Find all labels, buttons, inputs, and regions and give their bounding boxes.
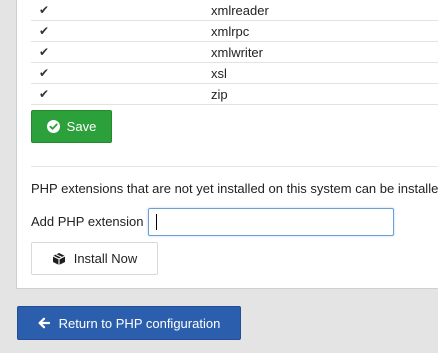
install-info-text: PHP extensions that are not yet installe…: [31, 181, 438, 196]
add-extension-input[interactable]: [148, 208, 394, 236]
save-button-label: Save: [66, 119, 97, 134]
install-now-label: Install Now: [73, 251, 138, 266]
extension-name: zip: [211, 87, 228, 102]
extension-name: xsl: [211, 66, 227, 81]
check-circle-icon: [46, 120, 60, 133]
extension-name: xmlreader: [211, 3, 269, 18]
extension-row: ✔ xmlrpc: [31, 21, 438, 42]
arrow-left-icon: [38, 317, 50, 329]
extension-checkbox[interactable]: ✔: [37, 24, 51, 38]
add-extension-label: Add PHP extension: [31, 214, 144, 229]
extension-name: xmlwriter: [211, 45, 263, 60]
extension-checkbox[interactable]: ✔: [37, 45, 51, 59]
extension-checkbox[interactable]: ✔: [37, 66, 51, 80]
extension-name: xmlrpc: [211, 24, 250, 39]
extension-checkbox[interactable]: ✔: [37, 3, 51, 17]
extension-row: ✔ xmlreader: [31, 0, 438, 21]
text-cursor: [156, 214, 157, 230]
extension-row: ✔ xsl: [31, 63, 438, 84]
extension-row: ✔ zip: [31, 84, 438, 105]
save-button[interactable]: Save: [31, 110, 112, 143]
extensions-list: ✔ xmlreader ✔ xmlrpc ✔ xmlwriter ✔ xsl ✔…: [31, 0, 438, 105]
extension-checkbox[interactable]: ✔: [37, 87, 51, 101]
return-label: Return to PHP configuration: [58, 315, 221, 331]
package-icon: [52, 252, 66, 266]
section-divider: [31, 166, 438, 167]
install-now-button[interactable]: Install Now: [31, 242, 158, 275]
extension-row: ✔ xmlwriter: [31, 42, 438, 63]
php-extensions-panel: ✔ xmlreader ✔ xmlrpc ✔ xmlwriter ✔ xsl ✔…: [16, 0, 438, 289]
return-to-php-config-button[interactable]: Return to PHP configuration: [17, 306, 241, 340]
